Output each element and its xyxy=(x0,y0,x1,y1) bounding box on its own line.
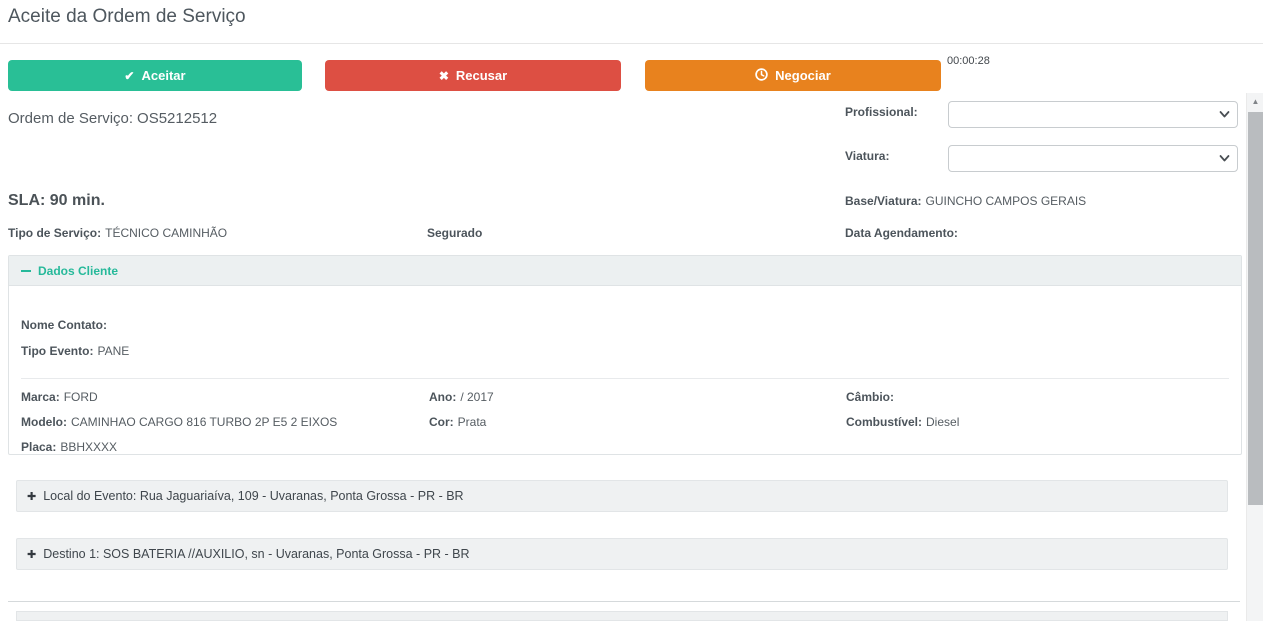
data-agendamento-label: Data Agendamento: xyxy=(845,226,958,240)
viatura-select[interactable] xyxy=(948,145,1238,172)
scroll-up-icon[interactable]: ▲ xyxy=(1247,93,1263,110)
order-number-value: OS5212512 xyxy=(137,110,218,127)
base-viatura-value: GUINCHO CAMPOS GERAIS xyxy=(925,194,1087,208)
tipo-evento-value: PANE xyxy=(97,344,130,358)
profissional-label: Profissional: xyxy=(845,105,918,119)
destino1-accordion[interactable]: ✚ Destino 1: SOS BATERIA //AUXILIO, sn -… xyxy=(16,538,1228,570)
combustivel-field: Combustível: Diesel xyxy=(846,415,959,429)
tipo-servico: Tipo de Serviço: TÉCNICO CAMINHÃO xyxy=(8,226,227,240)
ano-label: Ano: xyxy=(429,390,457,404)
destino1-title: Destino 1: SOS BATERIA //AUXILIO, sn - U… xyxy=(43,547,470,561)
sla-text: SLA: 90 min. xyxy=(8,192,105,209)
tipo-servico-value: TÉCNICO CAMINHÃO xyxy=(105,226,228,240)
ano-field: Ano:/ 2017 xyxy=(429,390,494,404)
minus-icon xyxy=(21,269,31,272)
dados-cliente-body: Nome Contato: Tipo Evento: PANE Marca: FOR… xyxy=(9,286,1241,454)
refuse-button-label: Recusar xyxy=(455,68,508,83)
profissional-select[interactable] xyxy=(948,101,1238,128)
modelo-field: Modelo: CAMINHAO CARGO 816 TURBO 2P E5 2 … xyxy=(21,415,337,429)
plus-icon: ✚ xyxy=(27,548,37,561)
order-number-label: Ordem de Serviço: xyxy=(8,110,134,127)
base-viatura: Base/Viatura: GUINCHO CAMPOS GERAIS xyxy=(845,194,1086,208)
accept-button-label: Aceitar xyxy=(141,68,186,83)
cor-label: Cor: xyxy=(429,415,454,429)
local-evento-accordion[interactable]: ✚ Local do Evento: Rua Jaguariaíva, 109 … xyxy=(16,480,1228,512)
plus-icon: ✚ xyxy=(27,490,37,503)
modelo-label: Modelo: xyxy=(21,415,67,429)
segurado-label: Segurado xyxy=(427,226,483,240)
placa-value: BBHXXXX xyxy=(60,440,118,454)
tipo-evento-label: Tipo Evento: xyxy=(21,344,94,358)
cambio-label: Câmbio: xyxy=(846,390,894,404)
data-agendamento: Data Agendamento: xyxy=(845,226,962,240)
tipo-evento-field: Tipo Evento: PANE xyxy=(21,344,129,358)
negotiate-button-label: Negociar xyxy=(775,68,831,83)
refuse-button[interactable]: ✖ Recusar xyxy=(325,60,621,91)
body-divider xyxy=(21,378,1229,379)
combustivel-label: Combustível: xyxy=(846,415,923,429)
bottom-divider xyxy=(8,601,1240,602)
nome-contato-field: Nome Contato: xyxy=(21,318,111,332)
accept-button[interactable]: ✔ Aceitar xyxy=(8,60,302,91)
check-icon: ✔ xyxy=(124,68,135,83)
marca-value: FORD xyxy=(63,390,98,404)
x-icon: ✖ xyxy=(438,68,449,83)
order-number: Ordem de Serviço: OS5212512 xyxy=(8,110,221,127)
base-viatura-label: Base/Viatura: xyxy=(845,194,922,208)
cor-field: Cor: Prata xyxy=(429,415,486,429)
marca-label: Marca: xyxy=(21,390,60,404)
local-evento-title: Local do Evento: Rua Jaguariaíva, 109 - … xyxy=(43,489,464,503)
tipo-servico-label: Tipo de Serviço: xyxy=(8,226,102,240)
cambio-field: Câmbio: xyxy=(846,390,898,404)
negotiate-button[interactable]: Negociar xyxy=(645,60,941,91)
nome-contato-label: Nome Contato: xyxy=(21,318,107,332)
dados-cliente-panel: Dados Cliente Nome Contato: Tipo Evento:… xyxy=(8,255,1242,455)
combustivel-value: Diesel xyxy=(926,415,960,429)
dados-cliente-title: Dados Cliente xyxy=(38,263,119,278)
clock-icon xyxy=(755,68,768,83)
ano-value: / 2017 xyxy=(460,390,494,404)
placa-field: Placa: BBHXXXX xyxy=(21,440,117,454)
page-title: Aceite da Ordem de Serviço xyxy=(8,6,246,27)
viatura-label: Viatura: xyxy=(845,149,890,163)
viatura-select-wrap xyxy=(948,145,1238,172)
dados-cliente-header[interactable]: Dados Cliente xyxy=(9,256,1241,286)
modelo-value: CAMINHAO CARGO 816 TURBO 2P E5 2 EIXOS xyxy=(71,415,338,429)
scrollbar[interactable]: ▲ xyxy=(1246,93,1263,621)
next-section-partial[interactable] xyxy=(16,611,1228,621)
placa-label: Placa: xyxy=(21,440,57,454)
title-divider xyxy=(0,43,1263,44)
cor-value: Prata xyxy=(457,415,487,429)
scrollbar-thumb[interactable] xyxy=(1248,112,1263,505)
countdown-timer: 00:00:28 xyxy=(947,55,990,67)
marca-field: Marca: FORD xyxy=(21,390,98,404)
profissional-select-wrap xyxy=(948,101,1238,128)
